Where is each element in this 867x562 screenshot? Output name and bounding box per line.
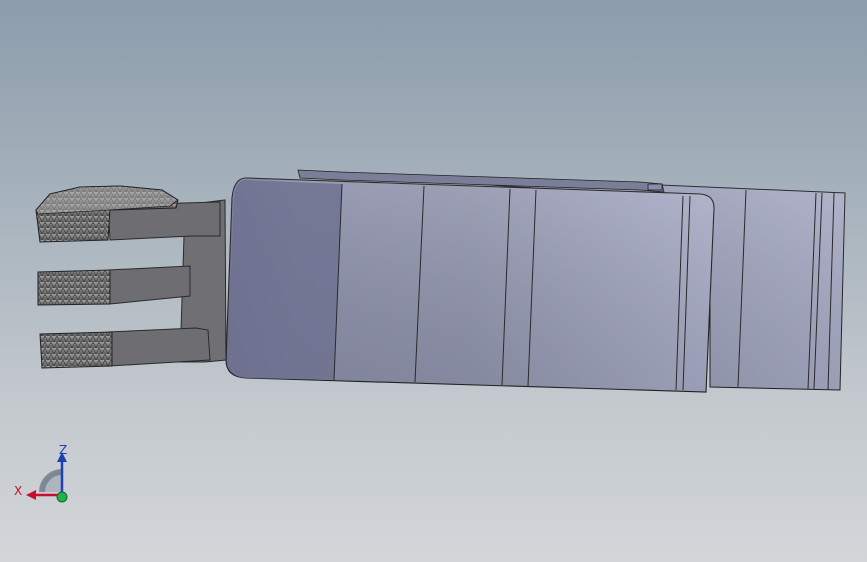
middle-finger [107,265,191,305]
front-face [228,180,342,380]
x-axis-arrow [26,490,36,500]
y-axis-dot [56,491,68,503]
orientation-triad: Z X [14,443,68,503]
graphics-viewport[interactable]: Z X [0,0,867,562]
gripper-fingers[interactable] [35,185,227,369]
x-axis-label: X [14,484,22,498]
lower-knurl-tip [39,331,113,369]
z-axis-label: Z [59,443,67,457]
middle-knurl-tip [37,269,111,306]
lower-finger [107,327,211,367]
gripper-body[interactable] [225,169,846,393]
top-nub [647,183,663,191]
cad-model-view[interactable] [0,0,867,562]
